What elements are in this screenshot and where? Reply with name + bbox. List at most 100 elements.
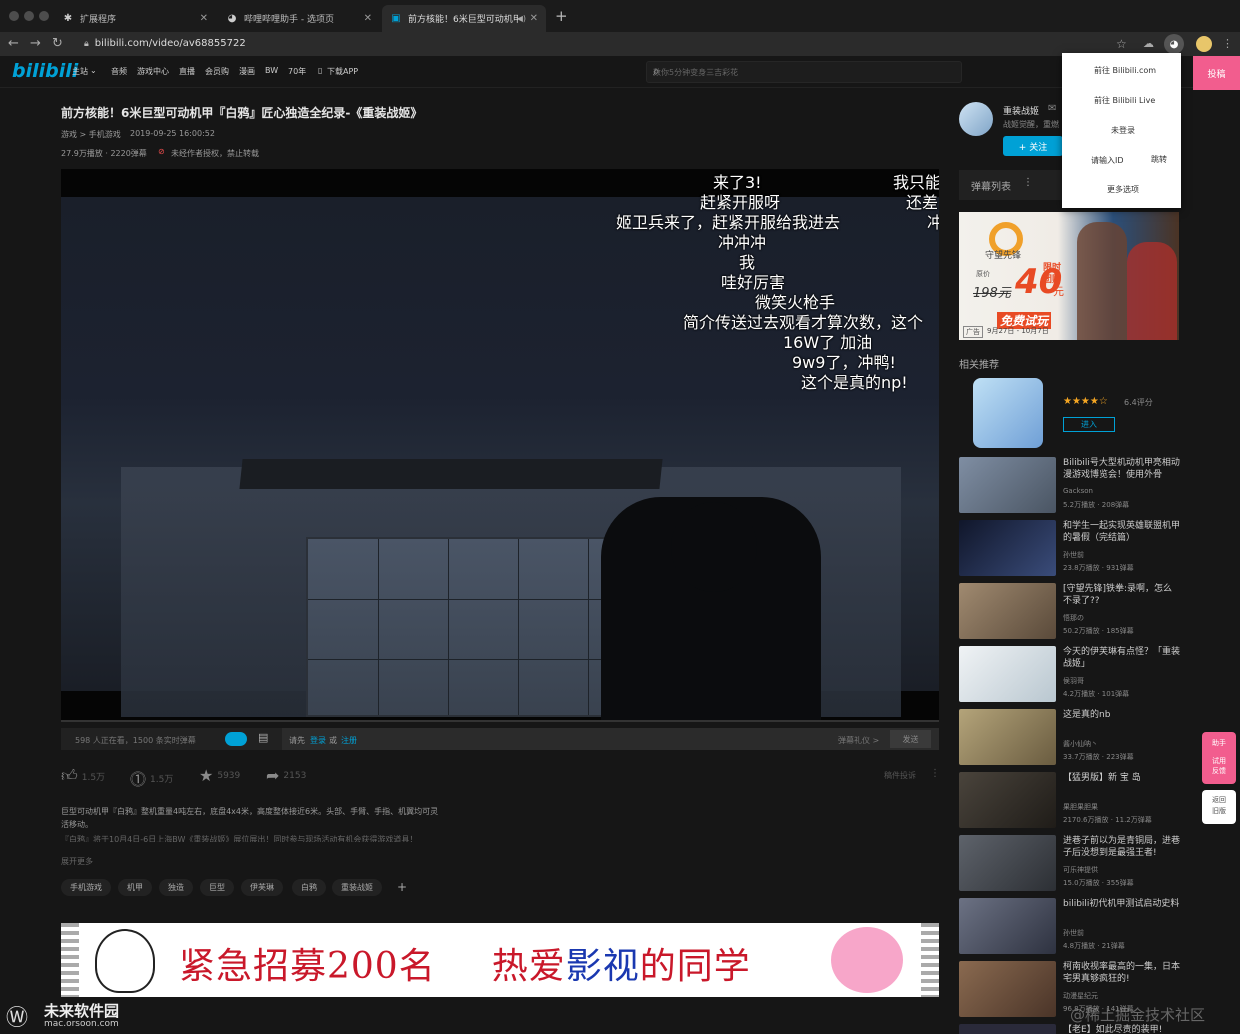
reload-icon[interactable]: ↻ <box>52 35 63 53</box>
danmaku-etiquette-link[interactable]: 弹幕礼仪 > <box>838 735 879 746</box>
goto-bilibili-link[interactable]: 前往 Bilibili.com <box>1094 65 1156 76</box>
recommend-card[interactable]: Bilibili号大型机动机甲亮相动漫游戏博览会！使用外骨 Gackson 5.2万… <box>959 457 1181 513</box>
video-thumbnail <box>959 646 1056 702</box>
ad-orig-price: 198元 <box>973 286 1011 301</box>
upload-button[interactable]: 投稿 <box>1193 56 1240 90</box>
new-tab-button[interactable]: + <box>555 7 568 25</box>
send-button[interactable]: 发送 <box>890 730 931 748</box>
star-icon[interactable]: ☆ <box>1116 35 1127 53</box>
window-minimize-button[interactable] <box>24 11 34 21</box>
video-thumbnail <box>959 961 1056 1017</box>
more-icon[interactable]: ⋮ <box>1023 177 1033 188</box>
video-thumbnail <box>959 898 1056 954</box>
bilibili-logo[interactable]: bilibili <box>12 60 78 82</box>
site-watermark: Ⓦ 未来软件园 mac.orsoon.com <box>6 1002 120 1031</box>
tag[interactable]: 巨型 <box>200 879 234 896</box>
phone-icon: ▯ <box>318 66 323 75</box>
video-player[interactable]: 来了3! 我只能 赶紧开服呀 还差 姬卫兵来了，赶紧开服给我进去 冲 冲冲冲 我… <box>61 169 939 722</box>
danmaku-settings-icon[interactable]: ▤ <box>258 731 268 744</box>
search-icon[interactable]: ⌕ <box>653 64 955 79</box>
nav-game-center[interactable]: 游戏中心 <box>137 66 169 77</box>
nav-70[interactable]: 70年 <box>288 66 306 77</box>
video-category[interactable]: 游戏 > 手机游戏 <box>61 129 121 140</box>
nav-live[interactable]: 直播 <box>179 66 195 77</box>
recommend-card[interactable]: 和学生一起实现英雄联盟机甲的暑假（完结篇） 孙世前 23.8万播放 · 931弹幕 <box>959 520 1181 576</box>
close-icon[interactable]: ✕ <box>530 13 538 24</box>
window-zoom-button[interactable] <box>39 11 49 21</box>
ad-banner[interactable]: 守望先锋 原价 198元 40 元 限时团购 免费试玩 广告 9月27日 - 1… <box>959 212 1179 340</box>
menu-icon[interactable]: ⋮ <box>1222 35 1233 53</box>
window-close-button[interactable] <box>9 11 19 21</box>
close-icon[interactable]: ✕ <box>200 13 208 24</box>
tag[interactable]: 手机游戏 <box>61 879 111 896</box>
avatar[interactable] <box>1196 36 1212 52</box>
url-field[interactable]: 🔒︎ bilibili.com/video/av68855722 <box>84 36 246 52</box>
bilibili-helper-extension-icon[interactable]: ◕ <box>1164 34 1184 54</box>
speaker-icon[interactable]: ◀) <box>517 14 526 23</box>
recruit-banner[interactable]: 紧急招募200名 热爱影视的同学 <box>61 923 939 997</box>
back-icon[interactable]: ← <box>8 35 19 53</box>
tag[interactable]: 伊芙琳 <box>241 879 283 896</box>
community-watermark: @稀土掘金技术社区 <box>1070 1006 1206 1024</box>
tag[interactable]: 重装战姬 <box>332 879 382 896</box>
nav-bw[interactable]: BW <box>265 66 278 75</box>
recommend-card[interactable]: bilibili初代机甲测试启动史料 孙世前 4.8万播放 · 21弹幕 <box>959 898 1181 954</box>
banner-stripe <box>921 923 939 997</box>
report-link[interactable]: 稿件投诉 <box>884 770 916 781</box>
back-old-version-button[interactable]: 返回 旧版 <box>1202 790 1236 824</box>
cartoon-face-icon <box>95 929 155 993</box>
recommend-card[interactable]: 【老E】如此尽责的装甲! <box>959 1024 1181 1034</box>
expand-more-link[interactable]: 展开更多 <box>61 856 93 867</box>
recommend-card[interactable]: 这是真的nb 酱小仙呐丶 33.7万播放 · 223弹幕 <box>959 709 1181 765</box>
danmaku-comment: 这个是真的np! <box>801 373 908 392</box>
nav-download-app[interactable]: 下载APP <box>327 66 358 77</box>
browser-tab-bar: ✱ 扩展程序 ✕ ◕ 哔哩哔哩助手 - 选项页 ✕ ▣ 前方核能！6米巨型可动机… <box>0 0 1240 32</box>
progress-bar[interactable] <box>61 720 939 722</box>
jump-button[interactable]: 跳转 <box>1151 154 1167 165</box>
more-options-link[interactable]: 更多选项 <box>1107 184 1139 195</box>
video-title: 前方核能！6米巨型可动机甲『白鸦』匠心独造全纪录-《重装战姬》 <box>61 106 423 120</box>
game-icon[interactable] <box>973 378 1043 448</box>
nav-main[interactable]: 主站 <box>72 66 88 77</box>
login-link[interactable]: 登录 <box>310 735 326 746</box>
cloud-extension-icon[interactable]: ☁ <box>1143 35 1154 53</box>
favorite-button[interactable]: ★ 5939 <box>199 766 240 785</box>
more-icon[interactable]: ⋮ <box>930 768 940 779</box>
mail-icon[interactable]: ✉ <box>1048 103 1056 114</box>
tab-video[interactable]: ▣ 前方核能！6米巨型可动机甲 ◀) ✕ <box>382 5 546 32</box>
video-thumbnail <box>959 1024 1056 1034</box>
danmaku-send-bar: 598 人正在看，1500 条实时弹幕 ▤ 请先 登录 或 注册 弹幕礼仪 > … <box>61 728 939 750</box>
site-navbar: bilibili 主站 ⌄ 音频 游戏中心 直播 会员购 漫画 BW 70年 ▯… <box>0 56 1240 88</box>
nav-mall[interactable]: 会员购 <box>205 66 229 77</box>
recommend-card[interactable]: [守望先锋]铁拳:录啊，怎么不录了?? 悟那の 50.2万播放 · 185弹幕 <box>959 583 1181 639</box>
nav-manga[interactable]: 漫画 <box>239 66 255 77</box>
danmaku-input[interactable]: 请先 登录 或 注册 弹幕礼仪 > 发送 <box>282 728 939 750</box>
game-enter-button[interactable]: 进入 <box>1063 417 1115 432</box>
recommend-card[interactable]: 【猛男版】新 宝 岛果胆果胆果 2170.6万播放 · 11.2万弹幕 <box>959 772 1181 828</box>
share-button[interactable]: ➦ 2153 <box>266 766 306 785</box>
coin-button[interactable]: ⓵ 1.5万 <box>130 766 173 790</box>
tab-extensions[interactable]: ✱ 扩展程序 ✕ <box>54 5 216 32</box>
like-button[interactable]: 👍︎ 1.5万 <box>61 766 105 786</box>
goto-live-link[interactable]: 前往 Bilibili Live <box>1094 95 1155 106</box>
register-link[interactable]: 注册 <box>341 735 357 746</box>
uploader-avatar[interactable] <box>959 102 993 136</box>
close-icon[interactable]: ✕ <box>364 13 372 24</box>
add-tag-button[interactable]: + <box>388 879 416 896</box>
tab-helper-options[interactable]: ◕ 哔哩哔哩助手 - 选项页 ✕ <box>218 5 380 32</box>
url-text: bilibili.com/video/av68855722 <box>94 38 246 49</box>
nav-audio[interactable]: 音频 <box>111 66 127 77</box>
danmaku-toggle[interactable] <box>225 732 247 746</box>
recommend-card[interactable]: 今天的伊芙琳有点怪？「重装战姬」 侯羽哥 4.2万播放 · 101弹幕 <box>959 646 1181 702</box>
video-thumbnail <box>959 835 1056 891</box>
recommend-card[interactable]: 进巷子前以为是青铜局，进巷子后没想到是最强王者! 可乐神提供 15.0万播放 · 3… <box>959 835 1181 891</box>
forward-icon[interactable]: → <box>30 35 41 53</box>
id-input[interactable]: 请输入ID <box>1091 155 1124 166</box>
search-input[interactable]: 数你5分钟变身三吉彩花 ⌕ <box>646 61 962 83</box>
uploader-name[interactable]: 重装战姬 <box>1003 104 1039 117</box>
tag[interactable]: 独造 <box>159 879 193 896</box>
follow-button[interactable]: + 关注 <box>1003 136 1063 156</box>
tag[interactable]: 白鸦 <box>292 879 326 896</box>
helper-button[interactable]: 助手 试用 反馈 <box>1202 732 1236 784</box>
tag[interactable]: 机甲 <box>118 879 152 896</box>
